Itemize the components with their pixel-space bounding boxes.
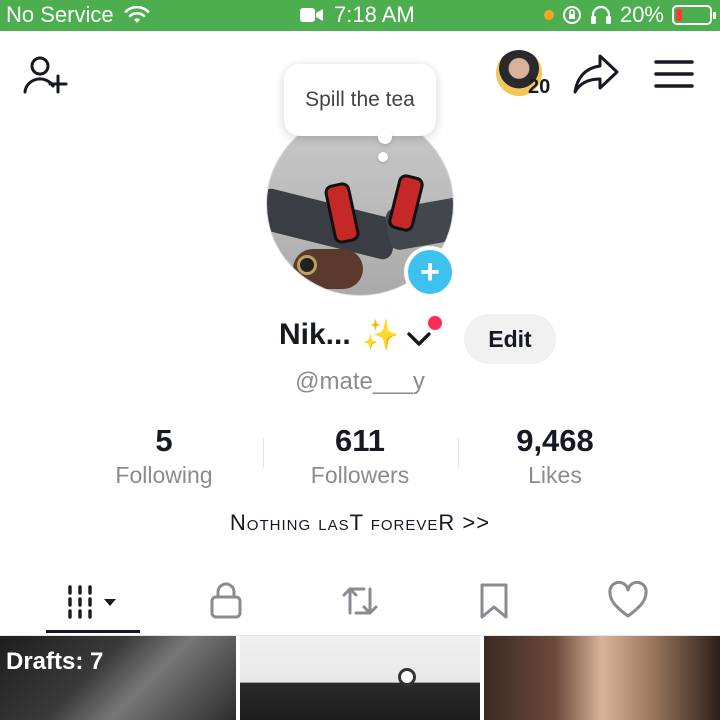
likes-stat[interactable]: 9,468 Likes	[465, 424, 645, 489]
mic-indicator-dot	[543, 10, 554, 20]
stat-divider	[263, 438, 264, 468]
add-friend-icon[interactable]	[22, 52, 68, 98]
carrier-label: No Service	[6, 2, 114, 27]
notification-dot	[428, 316, 442, 330]
heart-icon	[608, 581, 648, 618]
add-story-button[interactable]: +	[404, 246, 456, 298]
sparkle-emoji: ✨	[362, 319, 400, 352]
drafts-label: Drafts: 7	[6, 648, 104, 675]
orientation-lock-icon	[562, 6, 581, 24]
following-label: Following	[115, 462, 213, 488]
wifi-icon	[124, 5, 149, 23]
edit-profile-button[interactable]: Edit	[464, 314, 556, 364]
tab-favorites[interactable]	[422, 568, 566, 634]
followers-count: 611	[334, 423, 385, 458]
bookmark-icon	[480, 583, 508, 619]
following-count: 5	[155, 423, 173, 458]
note-tooltip-text: Spill the tea	[305, 88, 415, 111]
status-center: 7:18 AM	[300, 2, 415, 28]
followers-label: Followers	[310, 462, 410, 488]
status-left: No Service	[6, 2, 150, 28]
profile-bio[interactable]: Nothing lasT foreveR >>	[0, 510, 720, 536]
clock: 7:18 AM	[334, 2, 415, 27]
headphones-icon	[590, 5, 611, 24]
note-tooltip[interactable]: Spill the tea	[284, 64, 436, 136]
display-name[interactable]: Nik...	[279, 318, 351, 352]
grid-icon	[68, 585, 116, 619]
tooltip-bubble-small-dot	[378, 152, 388, 162]
share-arrow-icon[interactable]	[572, 52, 620, 96]
status-right: 20%	[543, 2, 716, 28]
followers-stat[interactable]: 611 Followers	[270, 424, 450, 489]
video-tile[interactable]	[484, 636, 720, 720]
username: @mate___y	[295, 368, 425, 395]
repost-icon	[342, 587, 378, 615]
camera-lens-icon	[398, 668, 416, 686]
active-tab-indicator	[46, 630, 140, 633]
tab-reposts[interactable]	[288, 568, 432, 634]
profile-tabs	[0, 568, 720, 636]
tab-liked[interactable]	[556, 568, 700, 634]
likes-count: 9,468	[516, 423, 594, 458]
battery-percent: 20%	[619, 2, 664, 27]
video-tile[interactable]	[240, 636, 480, 720]
status-bar: No Service 7:18 AM 20%	[0, 0, 720, 31]
video-camera-icon	[300, 8, 323, 22]
plus-icon: +	[420, 253, 440, 291]
lock-icon	[210, 582, 242, 619]
hamburger-menu-icon[interactable]	[654, 58, 694, 90]
tab-private[interactable]	[154, 568, 298, 634]
likes-label: Likes	[528, 462, 582, 488]
tab-videos[interactable]	[22, 568, 166, 634]
story-count: 20	[528, 76, 551, 98]
stat-divider	[458, 438, 459, 468]
tooltip-bubble-dot	[378, 130, 392, 144]
following-stat[interactable]: 5 Following	[74, 424, 254, 489]
battery-icon	[672, 5, 716, 25]
chevron-down-icon[interactable]	[406, 330, 432, 348]
